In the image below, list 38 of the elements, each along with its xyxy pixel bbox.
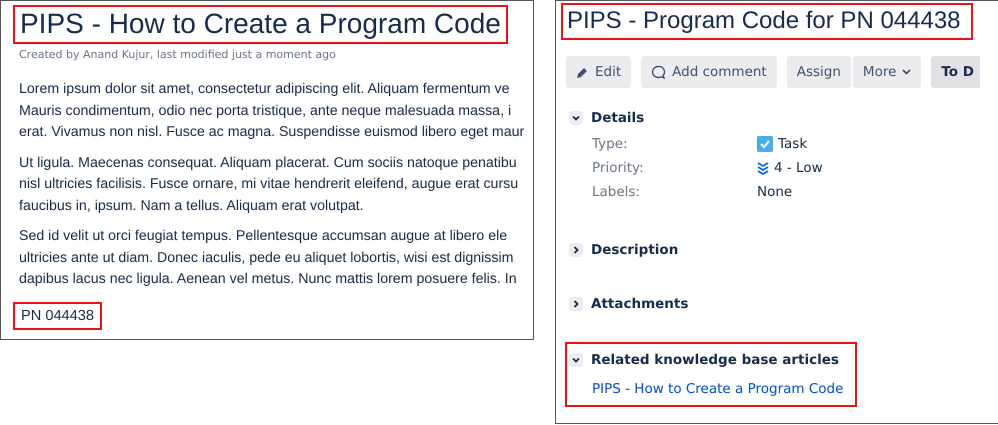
status-button[interactable]: To D — [931, 56, 980, 88]
byline: Created by Anand Kujur, last modified just a moment ago — [19, 48, 337, 61]
caret-icon — [902, 69, 912, 75]
field-label: Type: — [592, 136, 629, 152]
field-label: Priority: — [592, 160, 645, 176]
article-link[interactable]: PIPS - How to Create a Program Code — [592, 381, 844, 397]
section-heading[interactable]: Details — [591, 110, 644, 126]
paragraph-line: Sed id velit ut orci feugiat tempus. Pellentesque accumsan augue at libero ele — [19, 227, 508, 246]
paragraph-line: faucibus in, ipsum. Nam a tellus. Aliquam erat volutpat. — [19, 196, 364, 216]
section-heading[interactable]: Attachments — [591, 296, 688, 312]
chevron-right-icon[interactable] — [569, 297, 583, 311]
paragraph-line: Ut ligula. Maecenas consequat. Aliquam placerat. Cum sociis natoque penatibu — [19, 154, 517, 172]
priority-low-icon — [757, 161, 769, 175]
article-title: PIPS - How to Create a Program Code — [13, 5, 508, 44]
comment-button[interactable]: Add comment — [641, 56, 777, 88]
section-heading[interactable]: Description — [591, 242, 678, 258]
paragraph-line: dapibus lacus nec ligula. Aenean vel metus. Nunc mattis lorem posuere felis. In — [19, 270, 517, 289]
paragraph-line: nisl ultricies facilisis. Fusce ornare, mi vitae hendrerit eleifend, augue erat cursu — [19, 175, 518, 194]
section-heading[interactable]: Related knowledge base articles — [591, 352, 839, 368]
paragraph-line: erat. Vivamus non nisl. Fusce ac magna. Suspendisse euismod libero eget maur — [19, 123, 524, 142]
assign-button[interactable]: Assign — [786, 56, 851, 88]
paragraph-line: Mauris condimentum, odio nec porta tristique, ante neque malesuada massa, i — [19, 102, 512, 120]
chevron-right-icon[interactable] — [569, 243, 583, 257]
part-number: PN 044438 — [13, 302, 102, 330]
issue-title: PIPS - Program Code for PN 044438 — [561, 3, 973, 40]
chevron-down-icon[interactable] — [569, 111, 583, 125]
chevron-down-icon[interactable] — [569, 353, 583, 367]
field-value: Task — [778, 136, 808, 152]
field-value: 4 - Low — [774, 160, 823, 176]
paragraph-line: Lorem ipsum dolor sit amet, consectetur adipiscing elit. Aliquam fermentum ve — [19, 80, 510, 99]
comment-icon — [651, 64, 666, 80]
paragraph-line: ultricies ante ut diam. Donec iaculis, pede eu aliquet lobortis, wisi est dignissim — [19, 248, 514, 268]
more-button[interactable]: More — [852, 56, 922, 88]
field-value: None — [757, 184, 792, 200]
field-label: Labels: — [592, 184, 642, 200]
pencil-icon — [576, 66, 589, 78]
edit-button[interactable]: Edit — [566, 56, 632, 88]
task-checkbox-icon — [757, 136, 773, 152]
